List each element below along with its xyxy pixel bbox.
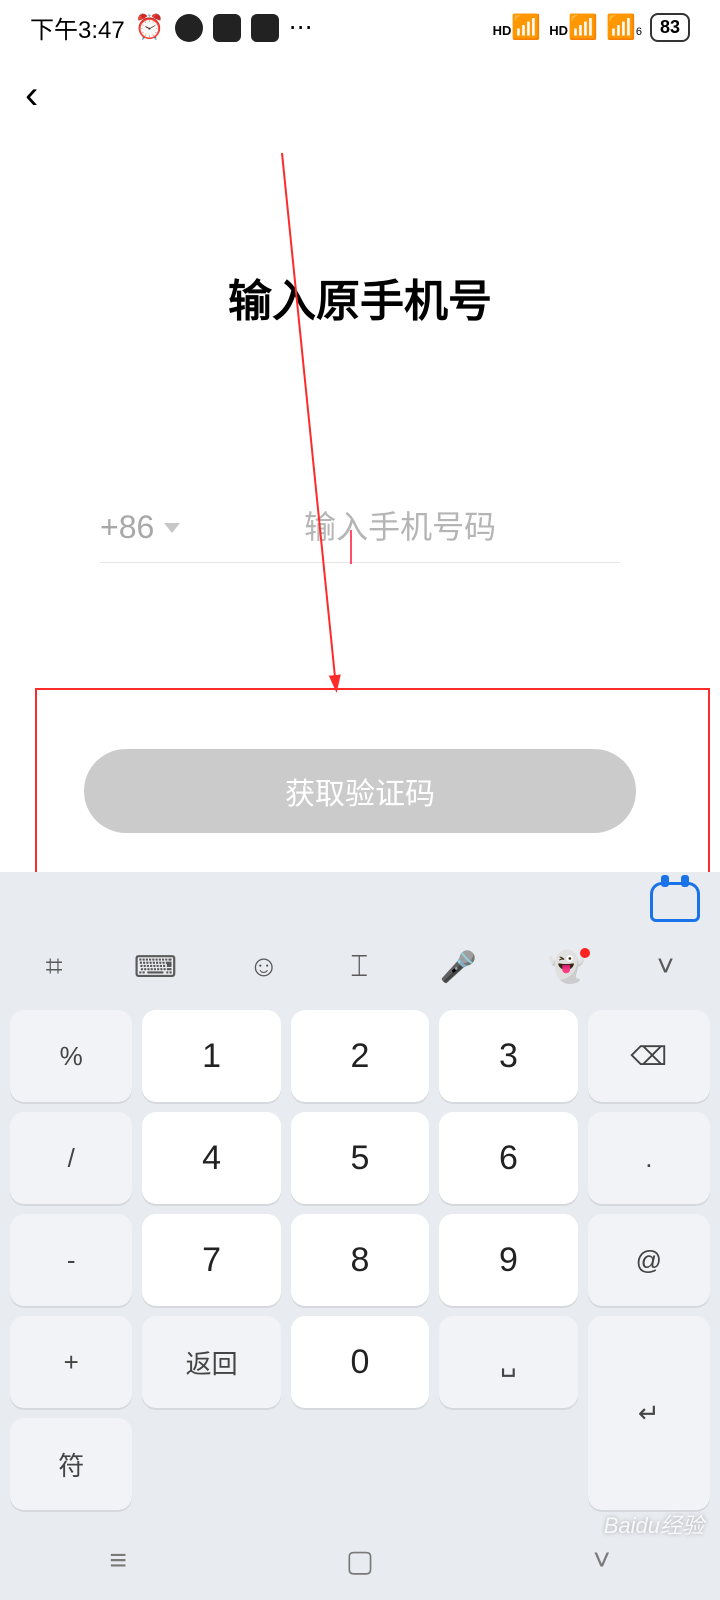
notification-dot-icon — [580, 948, 590, 958]
key-9[interactable]: 9 — [439, 1214, 577, 1306]
country-code-selector[interactable]: +86 — [100, 509, 180, 546]
country-code-label: +86 — [100, 509, 154, 546]
kb-tool-cursor-icon[interactable]: ⌶ — [350, 950, 368, 984]
keypad-right-column: ⌫ . @ ↵ — [588, 1010, 710, 1510]
key-slash[interactable]: / — [10, 1112, 132, 1204]
key-4[interactable]: 4 — [142, 1112, 280, 1204]
key-plus[interactable]: + — [10, 1316, 132, 1408]
key-3[interactable]: 3 — [439, 1010, 577, 1102]
key-2[interactable]: 2 — [291, 1010, 429, 1102]
wifi-icon: 📶6 — [606, 13, 642, 42]
app-icon-3 — [251, 14, 279, 42]
app-icon-1 — [175, 14, 203, 42]
back-button[interactable]: ‹ — [25, 73, 38, 118]
key-space[interactable]: ␣ — [439, 1316, 577, 1408]
phone-number-input[interactable] — [180, 509, 620, 546]
key-at[interactable]: @ — [588, 1214, 710, 1306]
key-enter[interactable]: ↵ — [588, 1316, 710, 1510]
key-5[interactable]: 5 — [291, 1112, 429, 1204]
kb-tool-collapse-icon[interactable]: ˅ — [657, 950, 675, 984]
keyboard-mascot-row — [0, 872, 720, 932]
nav-bar: ‹ — [0, 55, 720, 135]
keypad: % / - + 符 1 2 3 4 5 6 7 8 9 返回 — [0, 1002, 720, 1520]
key-percent[interactable]: % — [10, 1010, 132, 1102]
more-icon: ⋯ — [289, 13, 313, 42]
watermark-text: Baidu经验 — [604, 1508, 704, 1540]
app-icon-2 — [213, 14, 241, 42]
signal-2: HD📶 — [549, 13, 598, 42]
status-right: HD📶 HD📶 📶6 83 — [493, 13, 690, 42]
keypad-left-column: % / - + 符 — [10, 1010, 132, 1510]
key-8[interactable]: 8 — [291, 1214, 429, 1306]
key-1[interactable]: 1 — [142, 1010, 280, 1102]
status-left: 下午3:47 ⏰ ⋯ — [30, 10, 313, 45]
signal-1: HD📶 — [493, 13, 542, 42]
soft-keyboard: ⌗ ⌨ ☺ ⌶ 🎤 👻 ˅ % / - + 符 1 2 3 4 5 6 — [0, 872, 720, 1600]
key-0[interactable]: 0 — [291, 1316, 429, 1408]
status-time: 下午3:47 — [30, 10, 125, 45]
recent-apps-button[interactable]: ≡ — [109, 1544, 127, 1578]
page-title: 输入原手机号 — [0, 265, 720, 329]
kb-tool-keyboard-icon[interactable]: ⌨ — [134, 950, 177, 985]
battery-indicator: 83 — [650, 13, 690, 42]
get-verification-code-button[interactable]: 获取验证码 — [84, 749, 636, 833]
key-7[interactable]: 7 — [142, 1214, 280, 1306]
status-bar: 下午3:47 ⏰ ⋯ HD📶 HD📶 📶6 83 — [0, 0, 720, 55]
kb-tool-grid-icon[interactable]: ⌗ — [46, 950, 63, 984]
home-button[interactable]: ▢ — [346, 1544, 374, 1579]
keypad-middle: 1 2 3 4 5 6 7 8 9 返回 0 ␣ — [142, 1010, 577, 1510]
kb-tool-mic-icon[interactable]: 🎤 — [440, 950, 477, 985]
kb-tool-ghost-icon[interactable]: 👻 — [548, 950, 585, 985]
key-symbol[interactable]: 符 — [10, 1418, 132, 1510]
chevron-down-icon — [164, 523, 180, 533]
key-minus[interactable]: - — [10, 1214, 132, 1306]
text-cursor — [350, 530, 352, 564]
key-6[interactable]: 6 — [439, 1112, 577, 1204]
key-dot[interactable]: . — [588, 1112, 710, 1204]
back-system-button[interactable]: ˅ — [593, 1544, 611, 1578]
phone-input-row: +86 — [100, 509, 620, 563]
key-backspace[interactable]: ⌫ — [588, 1010, 710, 1102]
kb-tool-emoji-icon[interactable]: ☺ — [248, 950, 279, 984]
keyboard-mascot-icon[interactable] — [650, 882, 700, 922]
alarm-icon: ⏰ — [135, 13, 165, 42]
key-return[interactable]: 返回 — [142, 1316, 280, 1408]
keyboard-toolbar: ⌗ ⌨ ☺ ⌶ 🎤 👻 ˅ — [0, 932, 720, 1002]
